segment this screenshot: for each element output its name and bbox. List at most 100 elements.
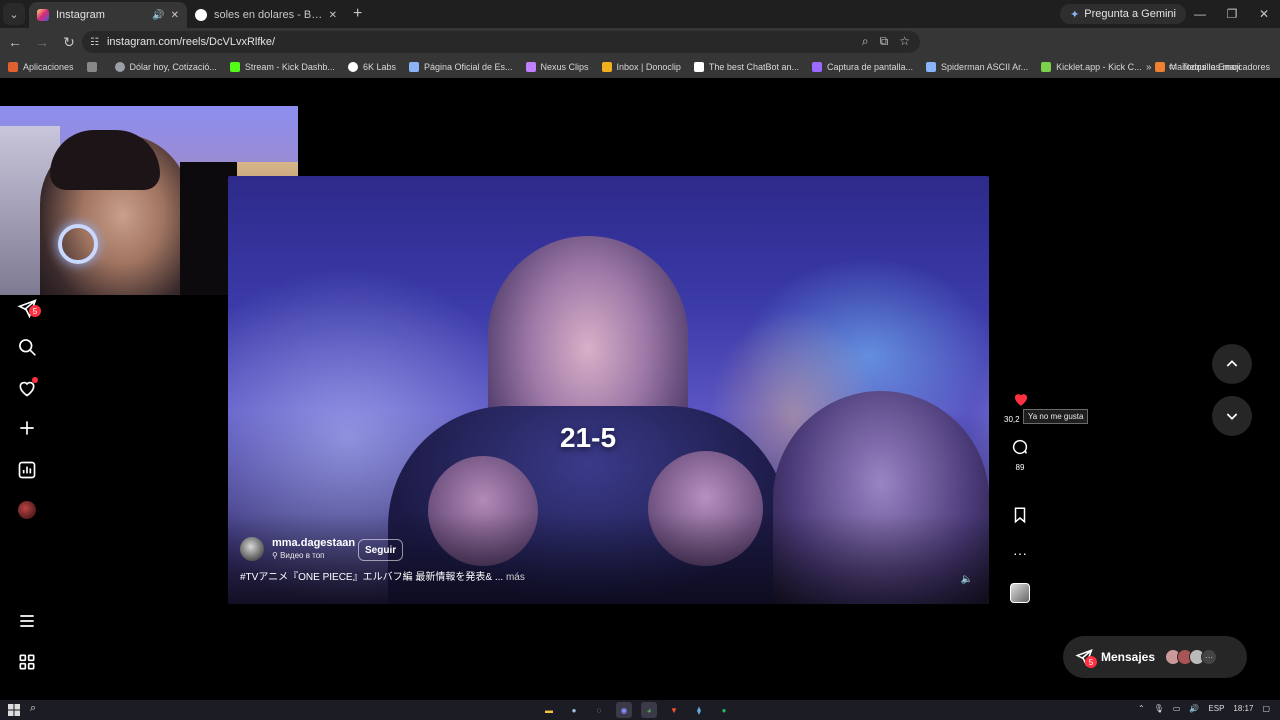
sidebar-item-dashboard[interactable]	[15, 458, 39, 482]
bookmark-item[interactable]: Página Oficial de Es...	[408, 62, 513, 72]
follow-button[interactable]: Seguir	[358, 539, 404, 561]
tab-google-search[interactable]: soles en dolares - Buscar con G ✕	[187, 2, 345, 28]
bookmark-item[interactable]: 6K Labs	[347, 62, 396, 72]
chrome-icon[interactable]: ◕	[641, 702, 657, 718]
bookmark-item[interactable]: Aplicaciones	[8, 62, 74, 72]
reload-icon[interactable]: ↻	[57, 34, 81, 51]
sidebar-item-messages[interactable]: 5	[15, 296, 41, 320]
bookmark-item[interactable]: Nexus Clips	[525, 62, 589, 72]
volume-icon[interactable]: 🔊	[1189, 704, 1199, 713]
sidebar-item-more[interactable]	[15, 609, 39, 633]
bookmark-item[interactable]: Captura de pantalla...	[811, 62, 913, 72]
tab-close-icon[interactable]: ✕	[171, 10, 179, 21]
language-indicator[interactable]: ESP	[1208, 704, 1224, 713]
bookmark-item[interactable]: Spiderman ASCII Ar...	[926, 62, 1028, 72]
screenshot-icon	[811, 62, 822, 72]
apps-grid-icon	[8, 62, 18, 72]
cast-icon[interactable]: ⧉	[880, 34, 889, 49]
previous-reel-button[interactable]	[1212, 344, 1252, 384]
bookmark-item[interactable]: The best ChatBot an...	[693, 62, 799, 72]
messages-pill-badge: 5	[1085, 656, 1097, 668]
zoom-icon[interactable]: ⌕	[862, 34, 869, 49]
new-tab-icon[interactable]: +	[353, 5, 362, 23]
site-info-icon[interactable]: ☷	[90, 37, 99, 48]
heart-filled-icon	[1015, 394, 1027, 406]
bookmarks-bar: Aplicaciones Dólar hoy, Cotizació... Str…	[0, 56, 1280, 78]
window-controls: — ❐ ✕	[1184, 0, 1280, 28]
notifications-icon[interactable]: ▢	[1262, 704, 1270, 713]
sidebar-item-also-from-meta[interactable]	[15, 650, 39, 674]
google-favicon-icon	[195, 9, 207, 21]
address-bar[interactable]: ☷ instagram.com/reels/DcVLvxRlfke/ ⌕ ⧉ ☆	[82, 31, 920, 53]
brave-icon[interactable]: ▼	[666, 702, 682, 718]
app-icon[interactable]: ⧫	[691, 702, 707, 718]
donoclip-icon	[601, 62, 612, 72]
restore-icon[interactable]: ❐	[1216, 0, 1248, 28]
owner-location[interactable]: ⚲ Видео в топ	[272, 550, 355, 561]
caption-more-link[interactable]: más	[506, 572, 525, 583]
clock[interactable]: 18:17	[1233, 704, 1253, 713]
file-explorer-icon[interactable]: ▬	[541, 702, 557, 718]
steam-icon[interactable]: ●	[566, 702, 582, 718]
sidebar-item-notifications[interactable]	[15, 376, 39, 400]
tab-audio-icon[interactable]: 🔊	[152, 10, 164, 21]
next-reel-button[interactable]	[1212, 396, 1252, 436]
tray-overflow-icon[interactable]: ⌃	[1138, 704, 1145, 713]
network-icon[interactable]: ▭	[1173, 704, 1181, 713]
plus-icon	[20, 421, 34, 435]
reel-video[interactable]: 21-5 mma.dagestaan ⚲ Видео в топ Seguir …	[228, 176, 989, 604]
taskbar-search-icon[interactable]: ⌕	[30, 702, 36, 715]
minimize-icon[interactable]: —	[1184, 0, 1216, 28]
headset-glow	[58, 224, 98, 264]
ask-gemini-button[interactable]: ✦ Pregunta a Gemini	[1060, 4, 1186, 24]
system-tray: ⌃ 🎙 ▭ 🔊 ESP 18:17 ▢	[1138, 704, 1270, 713]
messages-label: Mensajes	[1101, 650, 1156, 664]
messages-pill-button[interactable]: 5 Mensajes ···	[1063, 636, 1247, 678]
forward-arrow-icon[interactable]: →	[30, 34, 54, 50]
globe-icon	[114, 62, 125, 72]
recent-chat-avatars: ···	[1165, 649, 1218, 665]
url-text: instagram.com/reels/DcVLvxRlfke/	[106, 36, 276, 48]
kick-icon	[229, 62, 240, 72]
owner-avatar[interactable]	[240, 537, 264, 561]
save-button[interactable]	[1003, 506, 1037, 529]
all-bookmarks-label: Todos los marcadores	[1181, 61, 1270, 72]
spotify-icon[interactable]: ●	[716, 702, 732, 718]
all-bookmarks-folder[interactable]: ▭ Todos los marcadores	[1168, 61, 1270, 72]
taskbar-apps: ▬ ● ◌ ◉ ◕ ▼ ⧫ ●	[541, 702, 732, 718]
bookmark-star-icon[interactable]: ☆	[899, 34, 910, 49]
close-window-icon[interactable]: ✕	[1248, 0, 1280, 28]
site-icon	[408, 62, 419, 72]
sidebar-item-search[interactable]	[15, 335, 39, 359]
tab-close-icon[interactable]: ✕	[329, 10, 337, 21]
owner-username[interactable]: mma.dagestaan	[272, 537, 355, 550]
bookmark-item[interactable]: Kicklet.app - Kick C...	[1041, 62, 1142, 72]
chevron-up-icon	[1226, 360, 1238, 367]
more-options-button[interactable]: ···	[1003, 545, 1037, 561]
ellipsis-icon: ···	[1013, 545, 1027, 561]
bookmark-item[interactable]	[86, 62, 102, 72]
bookmark-item[interactable]: Dólar hoy, Cotizació...	[114, 62, 217, 72]
instagram-reels-page: 5 21-5 mma.dagestaan ⚲ Видео в топ Segui…	[0, 78, 1280, 700]
back-arrow-icon[interactable]: ←	[3, 34, 27, 50]
bookmark-item[interactable]: Stream - Kick Dashb...	[229, 62, 335, 72]
reel-owner[interactable]: mma.dagestaan ⚲ Видео в топ	[240, 537, 355, 561]
caption-text: #TVアニメ『ONE PIECE』エルバフ編 最新情報を発表& ...	[240, 572, 504, 583]
browser-toolbar: ← → ↻ ☷ instagram.com/reels/DcVLvxRlfke/…	[0, 28, 1280, 75]
sidebar-item-create[interactable]	[15, 416, 39, 440]
microphone-icon[interactable]: 🎙	[1154, 704, 1164, 713]
bookmark-item[interactable]: Inbox | Donoclip	[601, 62, 681, 72]
bookmarks-overflow-icon[interactable]: »	[1146, 62, 1152, 73]
location-pin-icon: ⚲	[272, 551, 278, 560]
app-icon[interactable]: ◌	[591, 702, 607, 718]
audio-thumbnail[interactable]	[1003, 583, 1037, 603]
windows-start-icon[interactable]	[8, 704, 20, 716]
sidebar-item-profile[interactable]	[15, 498, 39, 522]
comment-button[interactable]: 89	[1003, 438, 1037, 472]
discord-icon[interactable]: ◉	[616, 702, 632, 718]
tab-instagram[interactable]: Instagram 🔊 ✕	[29, 2, 187, 28]
bookmark-icon	[1014, 507, 1026, 524]
instagram-sidebar: 5	[0, 78, 54, 700]
tab-search-menu-icon[interactable]: ⌄	[3, 3, 25, 25]
mute-toggle-icon[interactable]: 🔈	[961, 574, 973, 585]
